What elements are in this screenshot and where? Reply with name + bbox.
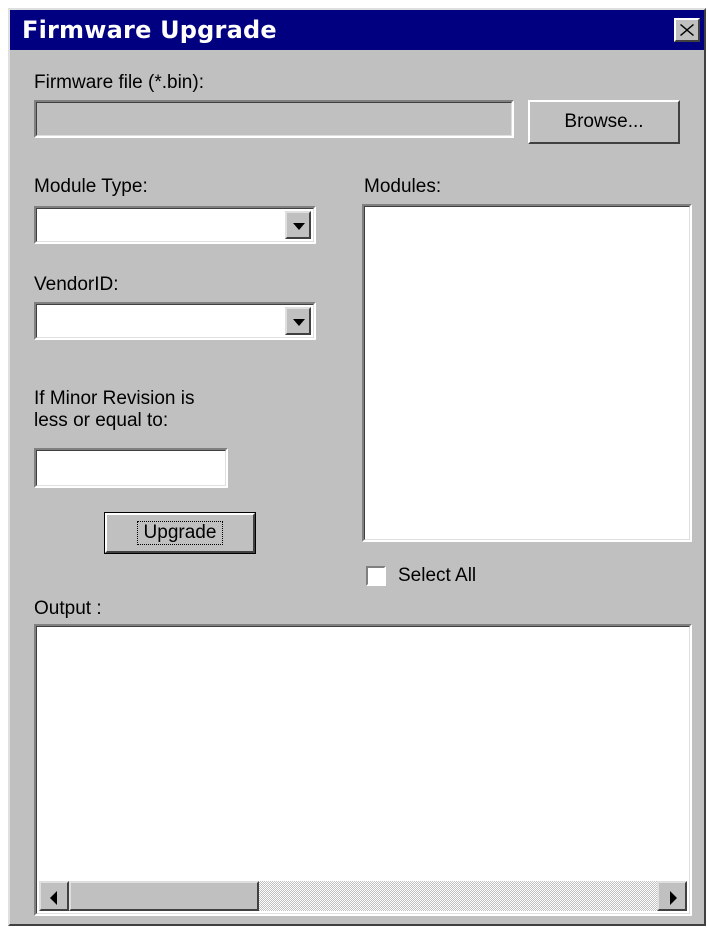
chevron-down-icon <box>293 223 305 230</box>
horizontal-scrollbar[interactable] <box>39 881 687 911</box>
scroll-thumb[interactable] <box>69 881 259 911</box>
arrow-right-icon <box>670 891 677 905</box>
minor-revision-label-line2: less or equal to: <box>34 410 169 431</box>
module-type-dropdown[interactable] <box>34 206 316 244</box>
vendorid-dropdown[interactable] <box>34 302 316 340</box>
minor-revision-label-line1: If Minor Revision is <box>34 388 195 409</box>
vendorid-dropdown-button[interactable] <box>285 307 311 335</box>
title-bar[interactable]: Firmware Upgrade <box>10 10 704 50</box>
firmware-file-label: Firmware file (*.bin): <box>34 72 204 93</box>
scroll-left-button[interactable] <box>39 881 69 911</box>
upgrade-button[interactable]: Upgrade <box>104 512 256 554</box>
chevron-down-icon <box>293 319 305 326</box>
scroll-right-button[interactable] <box>657 881 687 911</box>
output-textarea[interactable] <box>34 624 692 916</box>
arrow-left-icon <box>50 891 57 905</box>
module-type-dropdown-button[interactable] <box>285 211 311 239</box>
select-all-label[interactable]: Select All <box>398 565 476 587</box>
scroll-track[interactable] <box>69 881 657 911</box>
vendorid-label: VendorID: <box>34 274 119 295</box>
browse-button-label: Browse... <box>564 111 644 132</box>
upgrade-button-label: Upgrade <box>136 521 224 545</box>
close-icon <box>680 24 694 36</box>
firmware-file-field[interactable] <box>34 100 514 138</box>
firmware-upgrade-dialog: Firmware Upgrade Firmware file (*.bin): … <box>8 8 706 926</box>
modules-label: Modules: <box>364 176 442 197</box>
module-type-label: Module Type: <box>34 176 148 197</box>
output-label: Output : <box>34 598 102 619</box>
modules-list[interactable] <box>362 204 692 542</box>
minor-revision-input[interactable] <box>34 448 228 488</box>
window-title: Firmware Upgrade <box>22 16 277 44</box>
select-all-checkbox[interactable] <box>366 566 386 586</box>
browse-button[interactable]: Browse... <box>528 100 680 144</box>
close-button[interactable] <box>674 18 700 42</box>
